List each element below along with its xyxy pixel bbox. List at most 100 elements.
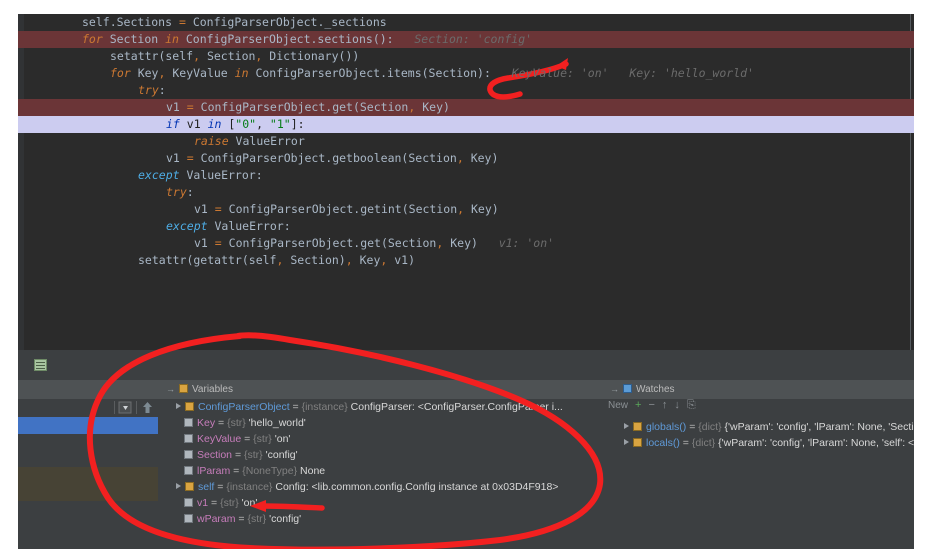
frame-row-highlighted[interactable]	[18, 467, 158, 501]
frame-row-selected[interactable]	[18, 417, 158, 434]
code-line[interactable]: setattr(self, Section, Dictionary())	[18, 48, 914, 65]
object-icon	[633, 422, 642, 431]
code-line[interactable]: raise ValueError	[18, 133, 914, 150]
code-token: setattr(getattr(self	[138, 253, 277, 267]
watches-pane[interactable]: New + − ↑ ↓ ⎘ globals() = {dict} {'wParam': '…	[606, 399, 914, 549]
variable-value: Config: <lib.common.config.Config instan…	[275, 481, 559, 493]
variable-row[interactable]: Key = {str} 'hello_world'	[158, 415, 606, 431]
watches-toolbar[interactable]: New + − ↑ ↓ ⎘	[606, 399, 914, 416]
variable-value: 'on'	[241, 497, 258, 509]
variable-row[interactable]: Section = {str} 'config'	[158, 447, 606, 463]
code-token: KeyValue	[165, 66, 235, 80]
tab-variables-label: Variables	[192, 384, 233, 395]
inline-debug-hint: v1: 'on'	[477, 236, 555, 250]
code-token: :	[255, 168, 263, 182]
debugger-top-toolbar[interactable]	[18, 350, 914, 381]
code-token: Section)	[283, 253, 346, 267]
variable-name: ConfigParserObject	[198, 401, 290, 413]
code-line[interactable]: self.Sections = ConfigParserObject._sect…	[18, 14, 914, 31]
watch-row[interactable]: globals() = {dict} {'wParam': 'config', …	[606, 419, 914, 435]
variable-row[interactable]: lParam = {NoneType} None	[158, 463, 606, 479]
tab-variables[interactable]: → Variables	[166, 380, 233, 399]
equals-sign: =	[214, 481, 227, 493]
expand-triangle-icon[interactable]	[622, 438, 631, 447]
console-table-icon[interactable]	[34, 359, 47, 371]
variable-row[interactable]: wParam = {str} 'config'	[158, 511, 606, 527]
code-token: "1"	[269, 117, 291, 131]
step-up-button[interactable]	[140, 400, 155, 415]
equals-sign: =	[215, 417, 228, 429]
code-line[interactable]: v1 = ConfigParserObject.getboolean(Secti…	[18, 150, 914, 167]
watch-copy-button[interactable]: ⎘	[687, 399, 696, 412]
code-line[interactable]: for Key, KeyValue in ConfigParserObject.…	[18, 65, 914, 82]
code-line[interactable]: v1 = ConfigParserObject.getint(Section, …	[18, 201, 914, 218]
code-line[interactable]: try:	[18, 184, 914, 201]
code-line[interactable]: v1 = ConfigParserObject.get(Section, Key…	[18, 235, 914, 252]
variable-name: self	[198, 481, 215, 493]
code-line[interactable]: v1 = ConfigParserObject.get(Section, Key…	[18, 99, 914, 116]
code-line[interactable]: setattr(getattr(self, Section), Key, v1)	[18, 252, 914, 269]
code-line[interactable]: try:	[18, 82, 914, 99]
watch-row[interactable]: locals() = {dict} {'wParam': 'config', '…	[606, 435, 914, 451]
debugger-panel[interactable]: → Variables → Watches ConfigParserObject…	[18, 350, 914, 549]
variable-name: Key	[197, 417, 216, 429]
expand-triangle-icon[interactable]	[174, 402, 183, 411]
code-token: ,	[256, 117, 270, 131]
variables-pane[interactable]: ConfigParserObject = {instance} ConfigPa…	[158, 399, 606, 549]
code-token: v1	[166, 151, 187, 165]
variable-type: {dict}	[698, 421, 725, 433]
code-token: Key)	[463, 151, 499, 165]
code-token: Dictionary())	[262, 49, 360, 63]
variable-row[interactable]: KeyValue = {str} 'on'	[158, 431, 606, 447]
code-token: if	[166, 117, 180, 131]
expand-triangle-icon[interactable]	[622, 422, 631, 431]
collapse-arrow-icon[interactable]: →	[166, 384, 175, 394]
variable-row[interactable]: self = {instance} Config: <lib.common.co…	[158, 479, 606, 495]
debugger-tabs-row[interactable]: → Variables → Watches	[18, 380, 914, 399]
equals-sign: =	[679, 437, 692, 449]
code-token: =	[186, 151, 194, 165]
code-editor[interactable]: self.Sections = ConfigParserObject._sect…	[18, 14, 914, 350]
frame-dropdown-button[interactable]	[118, 400, 133, 415]
equals-sign: =	[241, 433, 254, 445]
code-line[interactable]: if v1 in ["0", "1"]:	[18, 116, 914, 133]
equals-sign: =	[208, 497, 221, 509]
code-token: ConfigParserObject.getboolean(Section	[193, 151, 457, 165]
screenshot-root: self.Sections = ConfigParserObject._sect…	[0, 0, 928, 549]
code-token: :	[283, 219, 291, 233]
code-token: in	[165, 32, 179, 46]
expand-triangle-icon[interactable]	[174, 482, 183, 491]
code-line[interactable]: except ValueError:	[18, 218, 914, 235]
collapse-arrow-icon-2[interactable]: →	[610, 384, 619, 394]
watch-add-button[interactable]: +	[635, 399, 641, 411]
watches-icon	[623, 384, 632, 393]
code-token: =	[214, 236, 222, 250]
frames-pane[interactable]	[18, 399, 158, 549]
variable-type: {instance}	[226, 481, 276, 493]
code-line[interactable]: except ValueError:	[18, 167, 914, 184]
code-token: ConfigParserObject.get(Section	[221, 236, 437, 250]
variable-type: {str}	[220, 497, 242, 509]
code-token: ,	[193, 49, 201, 63]
watch-move-down-button[interactable]: ↓	[674, 399, 680, 411]
code-token: ]:	[290, 117, 305, 131]
variable-type: {dict}	[691, 437, 719, 449]
code-token: raise	[194, 134, 229, 148]
watches-list: globals() = {dict} {'wParam': 'config', …	[606, 419, 914, 451]
variable-row[interactable]: ConfigParserObject = {instance} ConfigPa…	[158, 399, 606, 415]
code-line[interactable]: for Section in ConfigParserObject.sectio…	[18, 31, 914, 48]
variable-value: {'wParam': 'config', 'lParam': None, 'Se…	[724, 421, 914, 433]
tab-watches[interactable]: → Watches	[610, 380, 675, 399]
code-token: v1	[194, 236, 215, 250]
inline-debug-hint: Section: 'config'	[393, 32, 533, 46]
watch-move-up-button[interactable]: ↑	[662, 399, 668, 411]
watch-remove-button[interactable]: −	[648, 399, 654, 411]
code-token: ConfigParserObject.getint(Section	[221, 202, 458, 216]
variable-row[interactable]: v1 = {str} 'on'	[158, 495, 606, 511]
code-token: .Sections	[109, 15, 179, 29]
watch-new-label[interactable]: New	[608, 400, 628, 411]
code-token: in	[207, 117, 222, 131]
variable-name: KeyValue	[197, 433, 242, 445]
code-token: v1	[179, 117, 208, 131]
code-token: Key)	[415, 100, 450, 114]
